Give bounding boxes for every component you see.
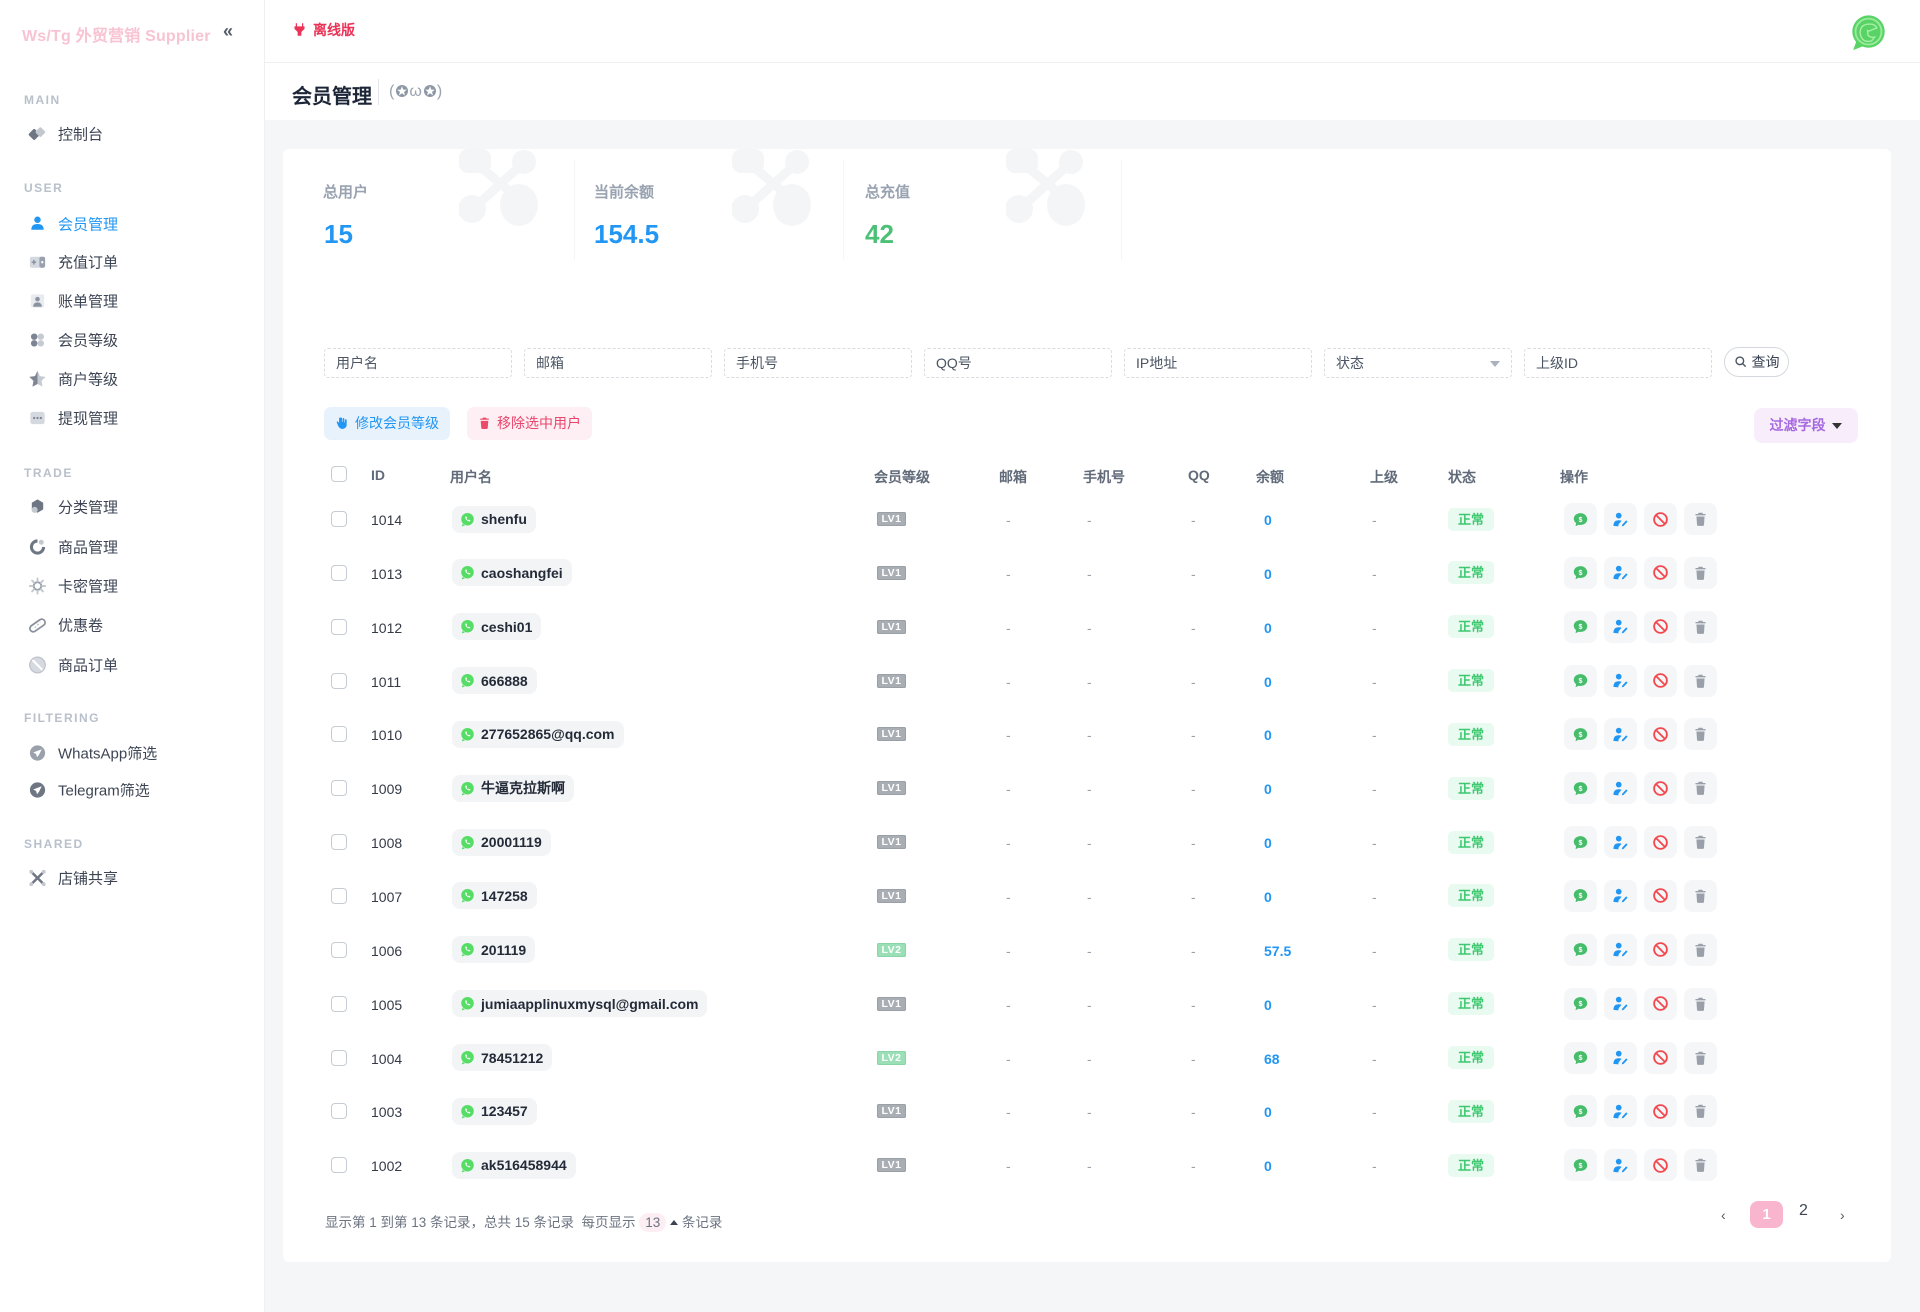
svg-text:$: $ <box>1579 731 1583 739</box>
svg-text:$: $ <box>1579 1108 1583 1116</box>
svg-text:$: $ <box>1579 677 1583 685</box>
svg-text:$: $ <box>1579 946 1583 954</box>
svg-text:$: $ <box>1579 1000 1583 1008</box>
svg-text:$: $ <box>1579 892 1583 900</box>
svg-text:$: $ <box>1579 1054 1583 1062</box>
svg-text:$: $ <box>1579 515 1583 523</box>
svg-text:$: $ <box>1579 1162 1583 1170</box>
svg-text:$: $ <box>1579 785 1583 793</box>
svg-text:$: $ <box>1579 623 1583 631</box>
svg-text:$: $ <box>1579 839 1583 847</box>
svg-text:$: $ <box>1579 569 1583 577</box>
